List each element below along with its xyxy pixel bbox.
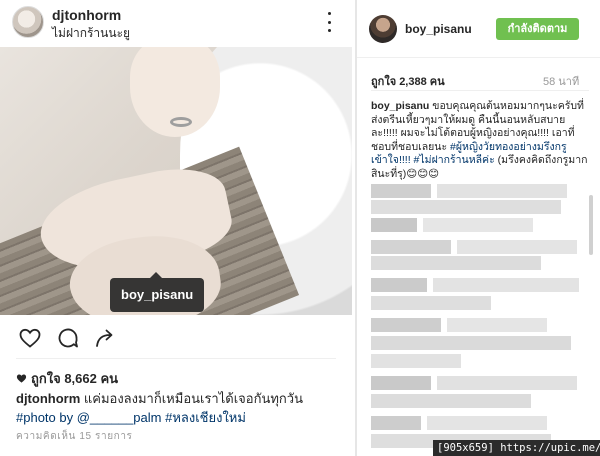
- image-watermark: [905x659] https://upic.me/: [433, 440, 600, 456]
- tagged-user-avatar[interactable]: [369, 15, 397, 43]
- comment-username[interactable]: boy_pisanu: [371, 100, 429, 112]
- poster-username[interactable]: djtonhorm: [52, 7, 121, 23]
- share-icon[interactable]: [94, 326, 118, 350]
- post-photo[interactable]: boy_pisanu: [0, 47, 352, 315]
- panel-timestamp: 58 นาที: [543, 76, 580, 88]
- caption-username[interactable]: djtonhorm: [16, 391, 80, 406]
- heart-filled-icon: [16, 374, 27, 383]
- heart-icon[interactable]: [18, 326, 42, 350]
- panel-header: boy_pisanu กำลังติดตาม: [357, 0, 600, 58]
- divider: [16, 358, 336, 359]
- panel-likes-count[interactable]: ถูกใจ 2,388 คน: [371, 72, 445, 90]
- comment-icon[interactable]: [56, 326, 80, 350]
- tagged-username[interactable]: boy_pisanu: [405, 22, 472, 36]
- caption-credit[interactable]: by @______palm: [56, 410, 165, 425]
- post-header: djtonhorm ไม่ฝากร้านนะยู: [0, 0, 356, 46]
- more-dots-icon[interactable]: [322, 12, 336, 32]
- pixelated-comments: [357, 178, 600, 456]
- divider: [371, 90, 589, 91]
- comment-panel: boy_pisanu กำลังติดตาม ถูกใจ 2,388 คน 58…: [356, 0, 600, 456]
- caption-text: แค่มองลงมาก็เหมือนเราได้เจอกันทุกวัน: [80, 391, 303, 406]
- following-button[interactable]: กำลังติดตาม: [496, 18, 579, 40]
- likes-text: ถูกใจ 8,662 คน: [31, 371, 119, 386]
- caption-hashtag[interactable]: #หลงเชียงใหม่: [165, 410, 246, 425]
- post-card: djtonhorm ไม่ฝากร้านนะยู boy_pisanu ถูกใ…: [0, 0, 356, 456]
- post-action-bar: [0, 320, 352, 356]
- post-caption: djtonhorm แค่มองลงมาก็เหมือนเราได้เจอกัน…: [16, 389, 346, 427]
- panel-comment: boy_pisanu ขอบคุณคุณต้นหอมมากๆนะครับที่ส…: [371, 100, 591, 181]
- scrollbar[interactable]: [589, 195, 593, 255]
- poster-location[interactable]: ไม่ฝากร้านนะยู: [52, 24, 130, 43]
- likes-count[interactable]: ถูกใจ 8,662 คน: [16, 368, 118, 389]
- poster-avatar[interactable]: [12, 6, 44, 38]
- caption-hashtag[interactable]: #photo: [16, 410, 56, 425]
- comment-hashtag[interactable]: #ไม่ฝากร้านหลีค่ะ: [411, 154, 495, 166]
- view-comments-link[interactable]: ความคิดเห็น 15 รายการ: [16, 429, 133, 444]
- user-tag-label[interactable]: boy_pisanu: [110, 278, 205, 312]
